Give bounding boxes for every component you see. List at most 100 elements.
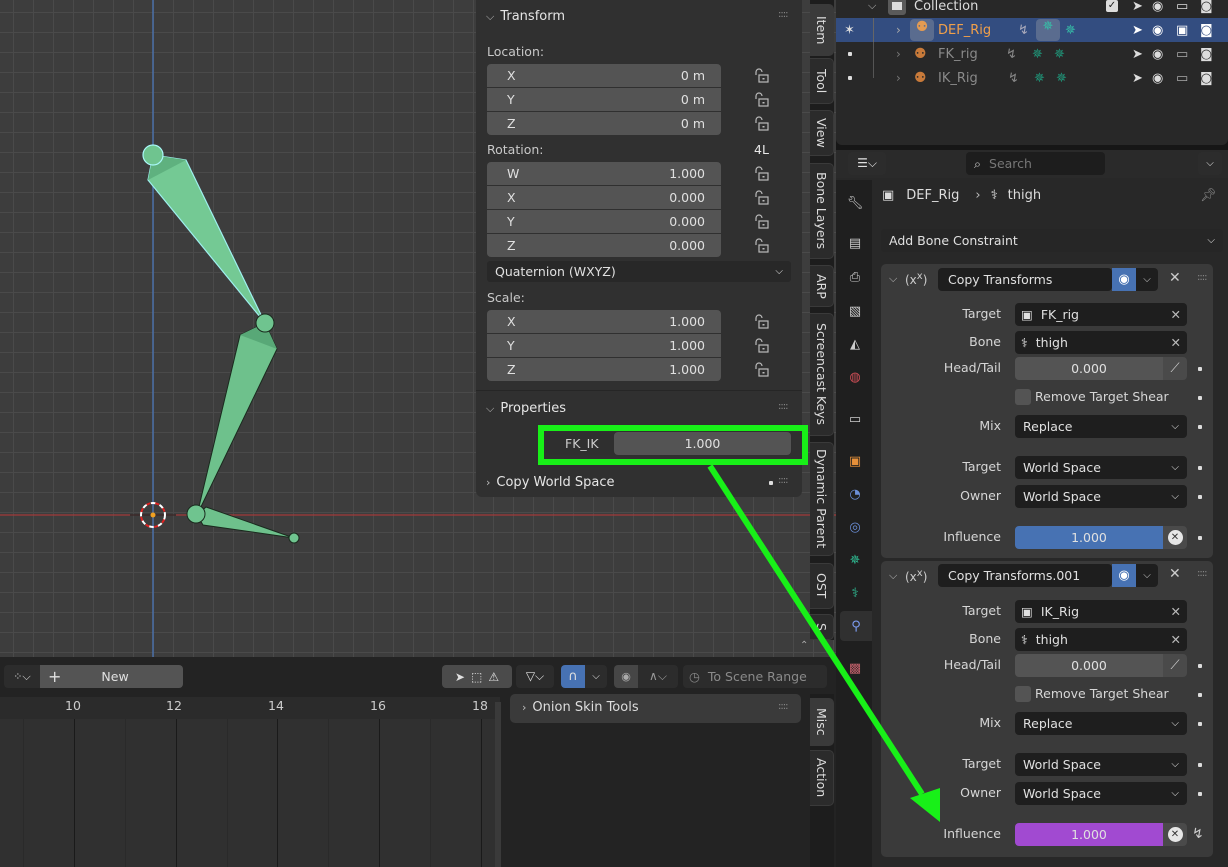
collection-name[interactable]: Collection: [914, 0, 978, 14]
tab-item[interactable]: Item: [810, 4, 834, 56]
driver-icon[interactable]: ↯: [1192, 826, 1204, 842]
influence-slider-driven[interactable]: 1.000: [1015, 823, 1163, 846]
head-tail-field[interactable]: 0.000: [1015, 357, 1163, 380]
tab-action[interactable]: Action: [810, 750, 834, 806]
tab-screencast-keys[interactable]: Screencast Keys: [810, 313, 834, 436]
unlock-icon[interactable]: [753, 313, 771, 331]
monitor-icon[interactable]: ▣: [1176, 23, 1188, 38]
location-y-field[interactable]: Y0 m: [487, 88, 721, 111]
keyframe-dot[interactable]: [1198, 693, 1202, 697]
armature-data-icon[interactable]: ✵: [1056, 71, 1067, 86]
keyframe-dot[interactable]: [1198, 664, 1202, 668]
keyframe-dot[interactable]: [1198, 396, 1202, 400]
pose-icon[interactable]: ✵: [1034, 71, 1045, 86]
rotation-z-field[interactable]: Z 0.000: [487, 234, 721, 257]
monitor-icon[interactable]: ▭: [1176, 0, 1188, 14]
bone-constraint-tab-icon[interactable]: ⚲: [840, 611, 872, 641]
eye-icon[interactable]: ◉: [1152, 47, 1163, 62]
tab-arp[interactable]: ARP: [810, 265, 834, 307]
object-name[interactable]: FK_rig: [938, 47, 978, 62]
drag-grip-icon[interactable]: ::::: [778, 9, 789, 20]
unlock-icon[interactable]: [753, 361, 771, 379]
render-tab-icon[interactable]: ▤: [844, 232, 866, 254]
tab-bone-layers[interactable]: Bone Layers: [810, 163, 834, 259]
collection-tab-icon[interactable]: ▭: [844, 408, 866, 430]
clear-icon[interactable]: ✕: [1171, 307, 1181, 322]
drag-grip-icon[interactable]: ::::: [1197, 568, 1208, 579]
box-select-icon[interactable]: ⬚: [471, 670, 482, 684]
frame-ruler[interactable]: 10 12 14 16 18: [0, 697, 500, 719]
filter-dropdown[interactable]: ▽⌵: [516, 665, 554, 688]
chevron-down-icon[interactable]: ⌵: [889, 569, 897, 583]
disable-keep-transform-button[interactable]: ✕: [1163, 526, 1187, 549]
rotation-mode-dropdown[interactable]: Quaternion (WXYZ) ⌵: [487, 261, 791, 282]
scene-tab-icon[interactable]: ◭: [844, 333, 866, 355]
constraint-name-field[interactable]: Copy Transforms.001: [938, 564, 1112, 587]
tab-view[interactable]: View: [810, 110, 834, 156]
tab-dynamic-parent[interactable]: Dynamic Parent: [810, 442, 834, 556]
chevron-down-icon[interactable]: ⌵: [1136, 268, 1158, 291]
keyframe-dot[interactable]: [1198, 536, 1202, 540]
properties-panel-header[interactable]: ⌵ Properties: [486, 401, 566, 416]
physics-tab-icon[interactable]: ◎: [844, 516, 866, 538]
pin-icon[interactable]: 📌︎: [1200, 188, 1217, 203]
pose-mode-icon[interactable]: ✶: [844, 23, 855, 38]
tab-ost[interactable]: OST: [810, 563, 834, 609]
target-object-field[interactable]: ▣ FK_rig ✕: [1015, 303, 1187, 326]
bone-field[interactable]: ⚕ thigh ✕: [1015, 628, 1187, 651]
to-scene-range-button[interactable]: ◷ To Scene Range: [683, 665, 827, 688]
remove-target-shear-checkbox[interactable]: [1015, 686, 1031, 702]
add-bone-constraint-dropdown[interactable]: Add Bone Constraint ⌵: [881, 229, 1223, 252]
eye-icon[interactable]: ◉: [1152, 71, 1163, 86]
scale-x-field[interactable]: X 1.000: [487, 310, 721, 333]
location-z-field[interactable]: Z0 m: [487, 112, 721, 135]
camera-icon[interactable]: ◙: [1200, 71, 1213, 86]
delete-constraint-icon[interactable]: ✕: [1169, 270, 1181, 286]
onion-skin-panel-header[interactable]: › Onion Skin Tools ::::: [510, 694, 801, 723]
target-object-field[interactable]: ▣ IK_Rig ✕: [1015, 600, 1187, 623]
tool-tab-icon[interactable]: 🔧︎: [844, 192, 866, 214]
tab-tool[interactable]: Tool: [810, 58, 834, 104]
texture-tab-icon[interactable]: ▩: [844, 657, 866, 679]
eye-toggle-icon[interactable]: ◉: [1112, 564, 1136, 587]
selectable-icon[interactable]: ➤: [1132, 47, 1143, 62]
new-action-button[interactable]: + New: [40, 665, 183, 688]
pose-icon[interactable]: ✵: [1036, 19, 1060, 41]
camera-icon[interactable]: ◙: [1200, 47, 1213, 62]
bone-field[interactable]: ⚕ thigh ✕: [1015, 331, 1187, 354]
copy-world-space-panel-header[interactable]: › Copy World Space: [486, 475, 615, 490]
chevron-right-icon[interactable]: ›: [896, 23, 901, 37]
owner-space-dropdown[interactable]: World Space ⌵: [1015, 782, 1187, 805]
keyframe-dot[interactable]: [1198, 792, 1202, 796]
keyframe-dot[interactable]: [1198, 367, 1202, 371]
chevron-down-icon[interactable]: ⌵: [1136, 564, 1158, 587]
mix-dropdown[interactable]: Replace ⌵: [1015, 415, 1187, 438]
armature-data-icon[interactable]: ✵: [1065, 23, 1076, 38]
3d-viewport[interactable]: ⌵ Transform :::: Location: X0 m Y0 m Z0 m…: [0, 0, 836, 657]
drag-grip-icon[interactable]: ::::: [778, 475, 789, 486]
unlock-icon[interactable]: [753, 91, 771, 109]
mode-dot-icon[interactable]: [848, 76, 852, 80]
fk-ik-value-field[interactable]: 1.000: [614, 432, 791, 455]
output-tab-icon[interactable]: ⎙: [844, 266, 866, 288]
outliner-row-fk-rig[interactable]: › ⚉ FK_rig ↯ ✵ ✵ ➤ ◉ ▭ ◙: [836, 42, 1228, 66]
keyframe-dot[interactable]: [1198, 722, 1202, 726]
target-space-dropdown[interactable]: World Space ⌵: [1015, 753, 1187, 776]
transform-panel-header[interactable]: ⌵ Transform: [486, 9, 565, 24]
object-name[interactable]: DEF_Rig: [938, 23, 991, 38]
armature-data-icon[interactable]: ✵: [1054, 47, 1065, 62]
checkbox-icon[interactable]: ✓: [1106, 0, 1118, 12]
unlock-icon[interactable]: [753, 67, 771, 85]
tab-s[interactable]: S: [810, 614, 834, 640]
scrollbar[interactable]: [495, 702, 501, 867]
outliner-row-ik-rig[interactable]: › ⚉ IK_Rig ↯ ✵ ✵ ➤ ◉ ▭ ◙: [836, 66, 1228, 90]
delete-constraint-icon[interactable]: ✕: [1169, 566, 1181, 582]
unlock-icon[interactable]: [753, 337, 771, 355]
pose-icon[interactable]: ✵: [1032, 47, 1043, 62]
keyframe-area[interactable]: [0, 719, 495, 867]
unlock-icon[interactable]: [753, 115, 771, 133]
unlock-icon[interactable]: [753, 189, 771, 207]
editor-type-dropdown[interactable]: ⁘⌵: [4, 665, 40, 688]
mix-dropdown[interactable]: Replace ⌵: [1015, 712, 1187, 735]
clear-icon[interactable]: ✕: [1171, 335, 1181, 350]
